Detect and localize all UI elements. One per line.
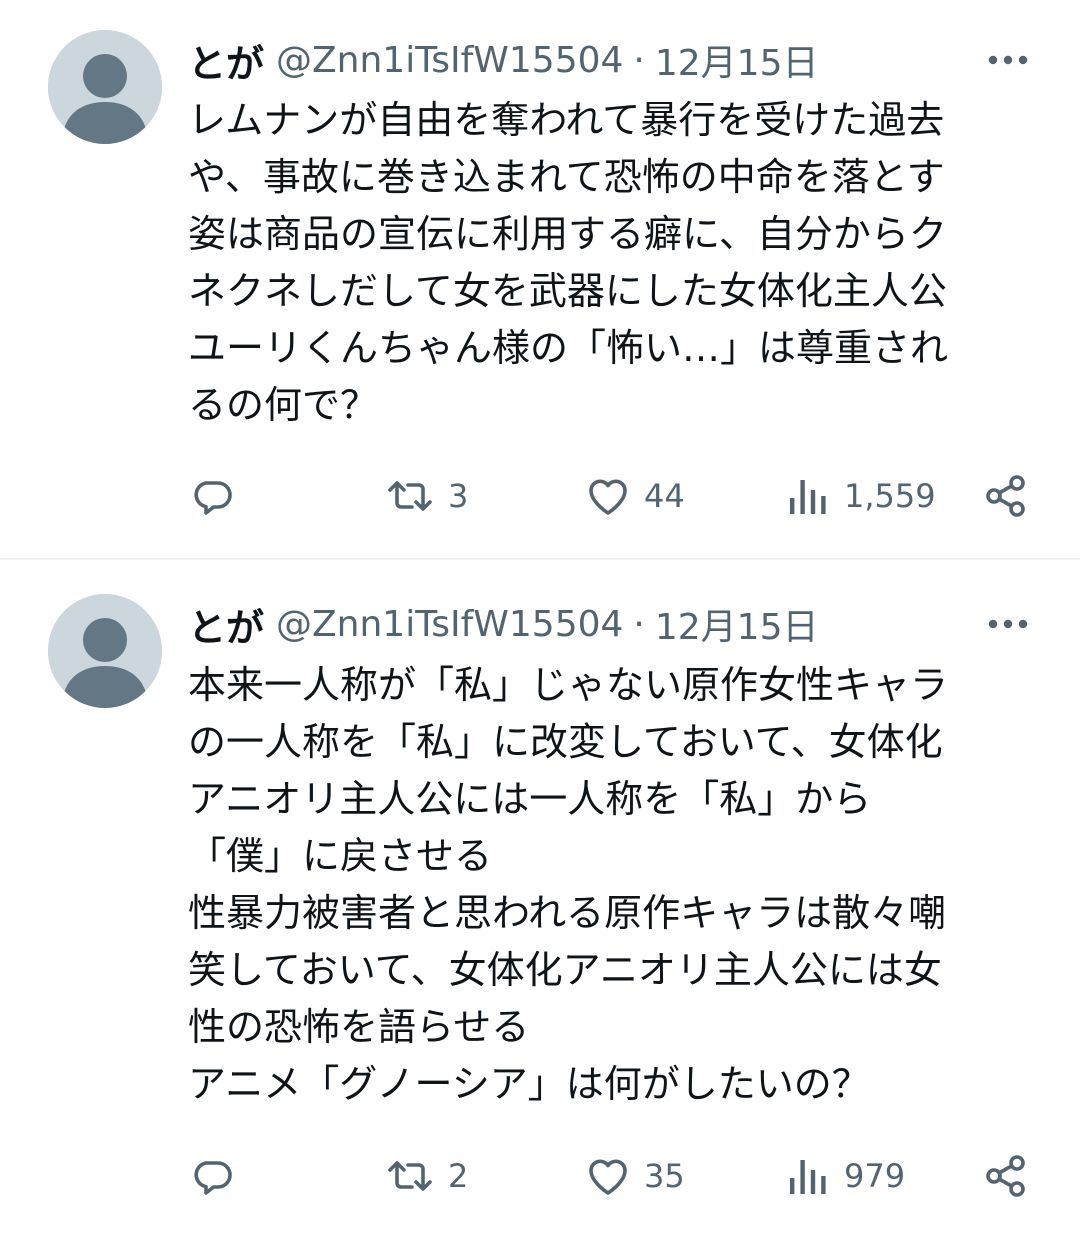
retweet-button[interactable]: 2: [384, 1146, 468, 1206]
action-bar: 3 44 1,559: [0, 466, 1080, 526]
display-name[interactable]: とが: [188, 597, 264, 652]
user-handle[interactable]: @Znn1iTsIfW15504: [276, 604, 623, 645]
retweet-icon: [384, 1152, 436, 1200]
separator-dot: ·: [633, 603, 645, 645]
share-icon: [982, 472, 1030, 520]
action-bar: 2 35 979: [0, 1146, 1080, 1206]
share-icon: [982, 1152, 1030, 1200]
reply-button[interactable]: [188, 1146, 248, 1206]
views-count: 1,559: [844, 477, 936, 515]
more-horizontal-icon: [988, 55, 1028, 65]
display-name[interactable]: とが: [188, 33, 264, 88]
views-icon: [784, 472, 832, 520]
timestamp[interactable]: 12月15日: [655, 34, 819, 86]
views-icon: [784, 1152, 832, 1200]
like-count: 44: [644, 477, 685, 515]
user-handle[interactable]: @Znn1iTsIfW15504: [276, 40, 623, 81]
avatar[interactable]: [48, 30, 162, 144]
tweet-header: とが @Znn1iTsIfW15504 · 12月15日: [188, 594, 1020, 654]
views-button[interactable]: 1,559: [784, 466, 936, 526]
more-options-button[interactable]: [986, 45, 1030, 75]
default-avatar-icon: [48, 30, 162, 144]
retweet-icon: [384, 472, 436, 520]
tweet-text: レムナンが自由を奪われて暴行を受けた過去 や、事故に巻き込まれて恐怖の中命を落と…: [188, 98, 949, 427]
reply-icon: [188, 1152, 236, 1200]
heart-icon: [584, 1152, 632, 1200]
more-options-button[interactable]: [986, 609, 1030, 639]
like-count: 35: [644, 1157, 685, 1195]
retweet-count: 2: [448, 1157, 469, 1195]
more-horizontal-icon: [988, 619, 1028, 629]
tweet-header: とが @Znn1iTsIfW15504 · 12月15日: [188, 30, 1020, 90]
tweet-text: 本来一人称が「私」じゃない原作女性キャラ の一人称を「私」に改変しておいて、女体…: [188, 663, 949, 1106]
reply-button[interactable]: [188, 466, 248, 526]
tweet[interactable]: とが @Znn1iTsIfW15504 · 12月15日 本来一人称が「私」じゃ…: [0, 560, 1080, 1241]
separator-dot: ·: [633, 39, 645, 81]
default-avatar-icon: [48, 594, 162, 708]
views-count: 979: [844, 1157, 906, 1195]
avatar[interactable]: [48, 594, 162, 708]
share-button[interactable]: [982, 1146, 1030, 1206]
share-button[interactable]: [982, 466, 1030, 526]
views-button[interactable]: 979: [784, 1146, 905, 1206]
retweet-count: 3: [448, 477, 469, 515]
tweet[interactable]: とが @Znn1iTsIfW15504 · 12月15日 レムナンが自由を奪われ…: [0, 0, 1080, 558]
timestamp[interactable]: 12月15日: [655, 598, 819, 650]
reply-icon: [188, 472, 236, 520]
retweet-button[interactable]: 3: [384, 466, 468, 526]
like-button[interactable]: 35: [584, 1146, 685, 1206]
heart-icon: [584, 472, 632, 520]
like-button[interactable]: 44: [584, 466, 685, 526]
